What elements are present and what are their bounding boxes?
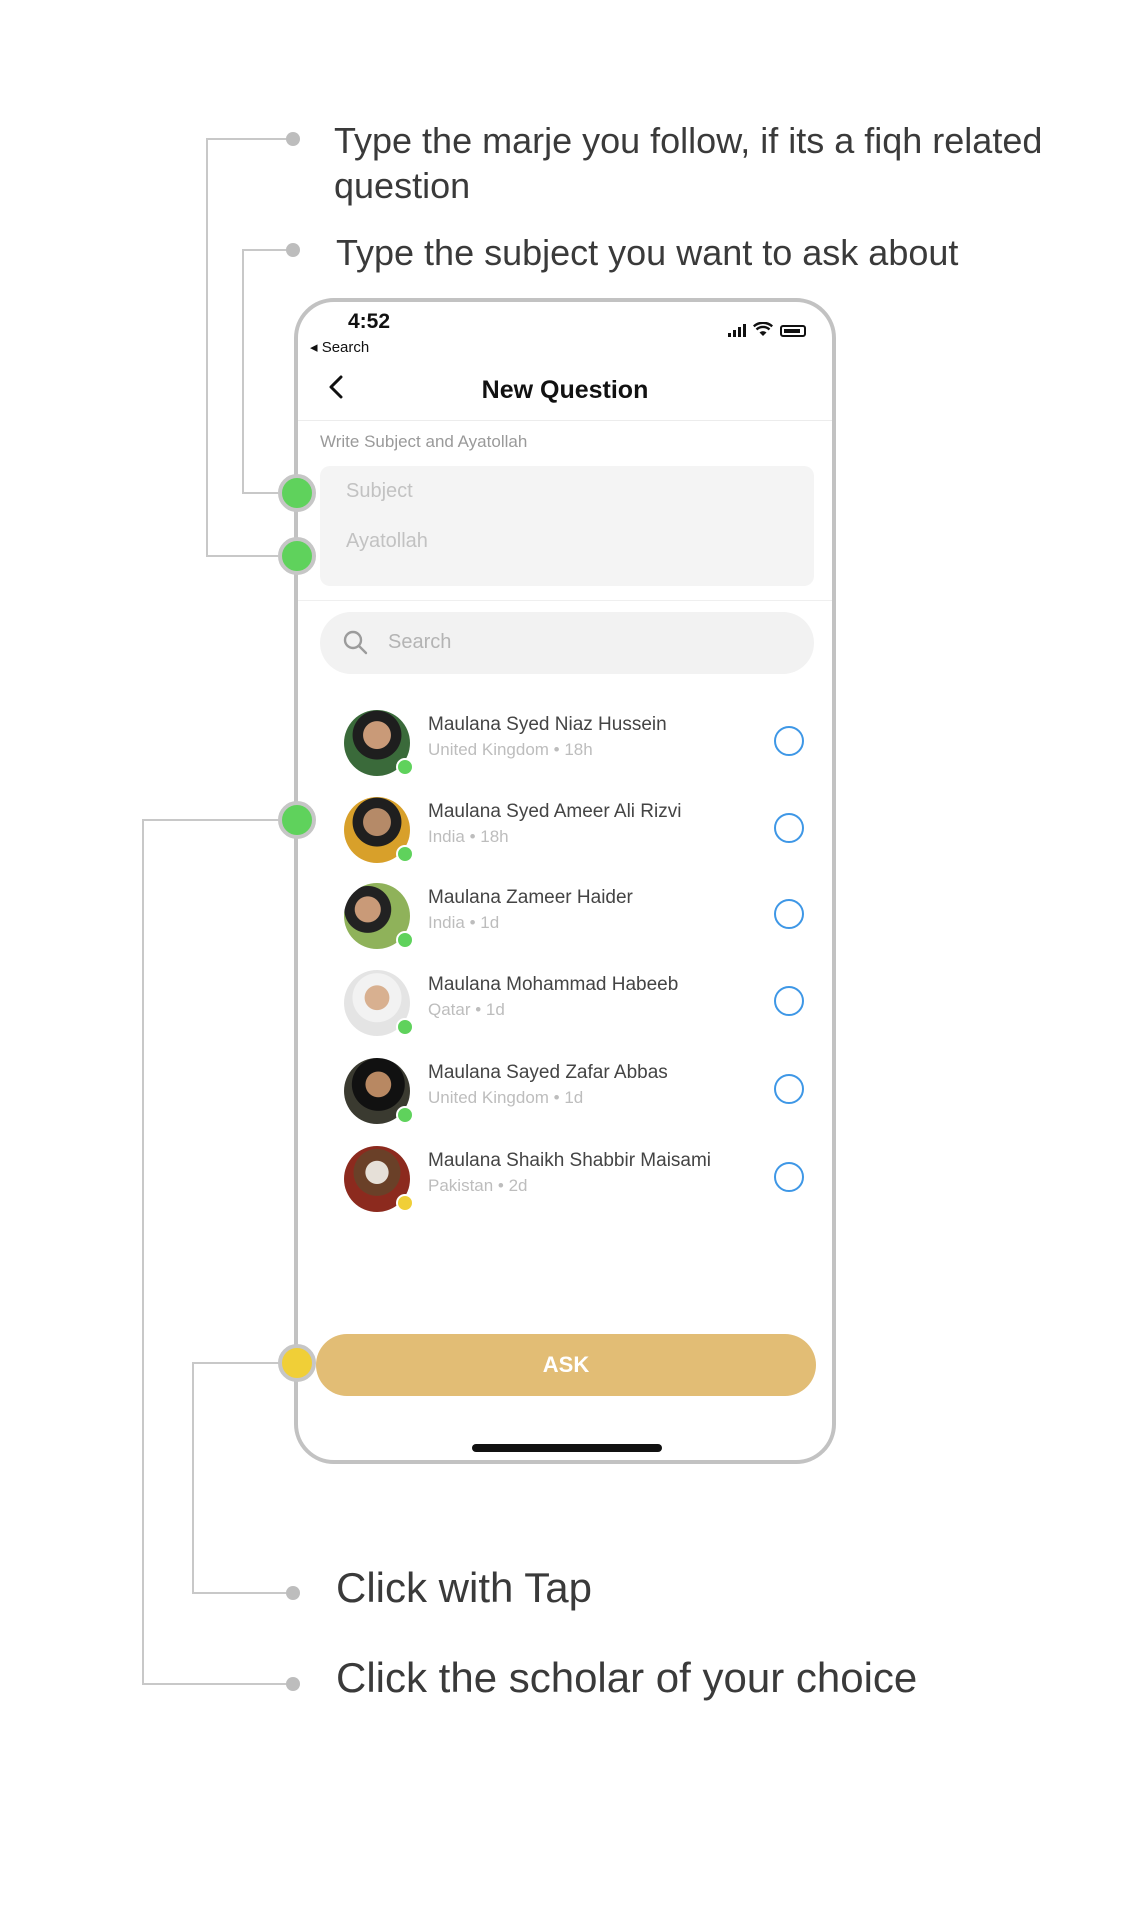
status-back-link[interactable]: ◂ Search	[310, 338, 369, 356]
scholar-name: Maulana Zameer Haider	[428, 887, 633, 908]
signal-icon	[728, 324, 746, 337]
ask-button[interactable]: ASK	[316, 1334, 816, 1396]
marje-hint: Type the marje you follow, if its a fiqh…	[334, 120, 1043, 206]
select-radio[interactable]	[774, 1074, 804, 1104]
scholar-name: Maulana Mohammad Habeeb	[428, 974, 679, 995]
connector-line	[206, 555, 278, 557]
select-radio[interactable]	[774, 813, 804, 843]
scholar-meta: Qatar • 1d	[428, 1000, 505, 1019]
scholar-meta: India • 18h	[428, 827, 509, 846]
search-input[interactable]: Search	[320, 612, 814, 674]
subject-marker	[278, 474, 316, 512]
subject-ayatollah-fields: Subject Ayatollah	[320, 466, 814, 586]
scholar-hint: Click the scholar of your choice	[336, 1654, 918, 1701]
scholar-name: Maulana Syed Niaz Hussein	[428, 714, 667, 735]
connector-line	[242, 249, 244, 494]
page-title: New Question	[481, 376, 649, 404]
ayatollah-input[interactable]: Ayatollah	[346, 530, 428, 553]
select-radio[interactable]	[774, 986, 804, 1016]
online-status-dot	[396, 931, 414, 949]
connector-line	[192, 1362, 280, 1364]
scholar-item[interactable]: Maulana Syed Ameer Ali Rizvi India • 18h	[298, 791, 832, 871]
subject-input[interactable]: Subject	[346, 480, 413, 503]
search-placeholder: Search	[388, 631, 452, 653]
section-label: Write Subject and Ayatollah	[320, 432, 528, 451]
connector-end-dot	[286, 1586, 300, 1600]
tap-hint: Click with Tap	[336, 1564, 592, 1611]
scholar-item[interactable]: Maulana Mohammad Habeeb Qatar • 1d	[298, 964, 832, 1044]
select-radio[interactable]	[774, 899, 804, 929]
scholar-name: Maulana Syed Ameer Ali Rizvi	[428, 801, 682, 822]
ayatollah-marker	[278, 537, 316, 575]
status-time: 4:52	[348, 310, 391, 333]
scholar-item[interactable]: Maulana Zameer Haider India • 1d	[298, 877, 832, 957]
scholar-item[interactable]: Maulana Syed Niaz Hussein United Kingdom…	[298, 704, 832, 784]
scholar-meta: India • 1d	[428, 913, 500, 932]
connector-line	[206, 138, 292, 140]
ask-marker	[278, 1344, 316, 1382]
status-icons	[728, 322, 806, 337]
scholar-meta: United Kingdom • 1d	[428, 1088, 584, 1107]
connector-end-dot	[286, 243, 300, 257]
phone-frame: 4:52 ◂ Search New Question Write Subject…	[294, 298, 836, 1464]
battery-icon	[780, 325, 806, 337]
scholar-meta: Pakistan • 2d	[428, 1176, 528, 1195]
divider	[298, 420, 832, 421]
connector-line	[142, 1683, 292, 1685]
wifi-icon	[753, 322, 773, 336]
scholar-item[interactable]: Maulana Sayed Zafar Abbas United Kingdom…	[298, 1052, 832, 1132]
online-status-dot	[396, 1106, 414, 1124]
subject-hint: Type the subject you want to ask about	[336, 232, 959, 273]
connector-line	[192, 1592, 292, 1594]
connector-line	[142, 819, 280, 821]
select-radio[interactable]	[774, 726, 804, 756]
scholar-name: Maulana Shaikh Shabbir Maisami	[428, 1150, 712, 1171]
connector-line	[142, 819, 144, 1685]
online-status-dot	[396, 1018, 414, 1036]
connector-line	[242, 249, 292, 251]
select-radio[interactable]	[774, 1162, 804, 1192]
connector-line	[192, 1362, 194, 1594]
scholar-name: Maulana Sayed Zafar Abbas	[428, 1062, 668, 1083]
scholar-list-marker	[278, 801, 316, 839]
online-status-dot	[396, 845, 414, 863]
connector-line	[206, 138, 208, 557]
search-icon	[343, 630, 368, 655]
away-status-dot	[396, 1194, 414, 1212]
home-indicator	[472, 1444, 662, 1452]
connector-line	[242, 492, 278, 494]
scholar-meta: United Kingdom • 18h	[428, 740, 593, 759]
connector-end-dot	[286, 1677, 300, 1691]
divider	[298, 600, 832, 601]
connector-end-dot	[286, 132, 300, 146]
scholar-item[interactable]: Maulana Shaikh Shabbir Maisami Pakistan …	[298, 1140, 832, 1220]
online-status-dot	[396, 758, 414, 776]
